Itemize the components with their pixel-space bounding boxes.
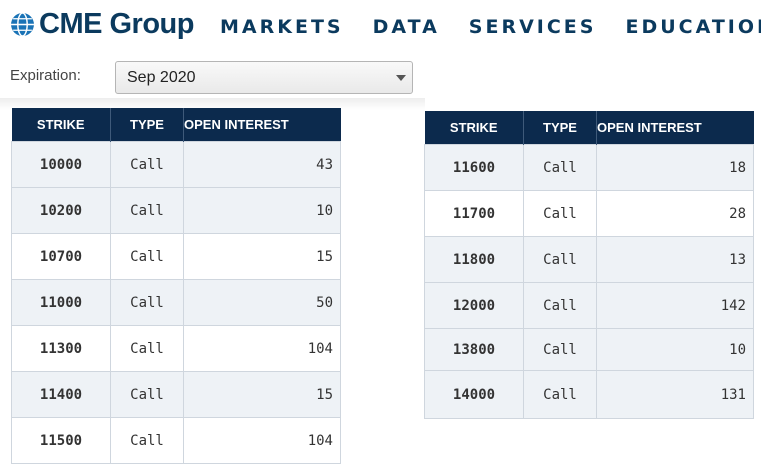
type-cell: Call (523, 370, 597, 419)
chevron-down-icon (396, 75, 406, 81)
logo-text: CME Group (39, 8, 195, 40)
strike-cell: 13800 (424, 328, 524, 371)
col-strike-header[interactable]: STRIKE (424, 111, 524, 145)
strike-cell: 11700 (424, 190, 524, 237)
strike-cell: 11400 (11, 371, 111, 418)
type-cell: Call (523, 328, 597, 371)
table-row: 11300 Call 104 (11, 325, 341, 372)
strike-cell: 11500 (11, 417, 111, 464)
table-row: 10200 Call 10 (11, 187, 341, 234)
table-row: 10700 Call 15 (11, 233, 341, 280)
type-cell: Call (523, 236, 597, 283)
right-strike-table: STRIKE TYPE OPEN INTEREST 11600 Call 18 … (424, 111, 754, 419)
strike-cell: 14000 (424, 370, 524, 419)
main-nav: MARKETS DATA SERVICES EDUCATION (220, 13, 761, 41)
oi-cell: 10 (183, 187, 341, 234)
col-type-header[interactable]: TYPE (523, 111, 597, 145)
table-row: 11500 Call 104 (11, 417, 341, 464)
nav-data[interactable]: DATA (373, 13, 440, 41)
type-cell: Call (110, 233, 184, 280)
oi-cell: 15 (183, 371, 341, 418)
table-row: 13800 Call 10 (424, 328, 754, 371)
type-cell: Call (110, 141, 184, 188)
oi-cell: 142 (596, 282, 754, 329)
type-cell: Call (110, 371, 184, 418)
table-row: 14000 Call 131 (424, 370, 754, 419)
col-oi-header[interactable]: OPEN INTEREST (183, 108, 341, 142)
expiration-value: Sep 2020 (127, 68, 196, 86)
oi-cell: 10 (596, 328, 754, 371)
type-cell: Call (523, 282, 597, 329)
left-strike-table: STRIKE TYPE OPEN INTEREST 10000 Call 43 … (11, 108, 341, 464)
strike-cell: 11800 (424, 236, 524, 283)
table-row: 11400 Call 15 (11, 371, 341, 418)
oi-cell: 50 (183, 279, 341, 326)
nav-education[interactable]: EDUCATION (625, 13, 761, 41)
oi-cell: 131 (596, 370, 754, 419)
table-row: 11700 Call 28 (424, 190, 754, 237)
nav-markets[interactable]: MARKETS (220, 13, 344, 41)
strike-cell: 11600 (424, 144, 524, 191)
table-row: 11600 Call 18 (424, 144, 754, 191)
type-cell: Call (523, 144, 597, 191)
strike-cell: 10700 (11, 233, 111, 280)
col-strike-header[interactable]: STRIKE (11, 108, 111, 142)
nav-services[interactable]: SERVICES (469, 13, 597, 41)
table-row: 11800 Call 13 (424, 236, 754, 283)
strike-cell: 11000 (11, 279, 111, 326)
strike-cell: 11300 (11, 325, 111, 372)
oi-cell: 43 (183, 141, 341, 188)
type-cell: Call (523, 190, 597, 237)
oi-cell: 13 (596, 236, 754, 283)
oi-cell: 104 (183, 417, 341, 464)
type-cell: Call (110, 417, 184, 464)
type-cell: Call (110, 325, 184, 372)
globe-icon (11, 11, 34, 37)
strike-cell: 10200 (11, 187, 111, 234)
type-cell: Call (110, 187, 184, 234)
table-row: 10000 Call 43 (11, 141, 341, 188)
type-cell: Call (110, 279, 184, 326)
oi-cell: 28 (596, 190, 754, 237)
oi-cell: 104 (183, 325, 341, 372)
strike-cell: 10000 (11, 141, 111, 188)
oi-cell: 18 (596, 144, 754, 191)
cme-logo[interactable]: CME Group (10, 6, 195, 42)
oi-cell: 15 (183, 233, 341, 280)
col-oi-header[interactable]: OPEN INTEREST (596, 111, 754, 145)
expiration-label: Expiration: (10, 67, 81, 84)
strike-cell: 12000 (424, 282, 524, 329)
expiration-select[interactable]: Sep 2020 (115, 61, 413, 94)
col-type-header[interactable]: TYPE (110, 108, 184, 142)
table-row: 12000 Call 142 (424, 282, 754, 329)
table-row: 11000 Call 50 (11, 279, 341, 326)
